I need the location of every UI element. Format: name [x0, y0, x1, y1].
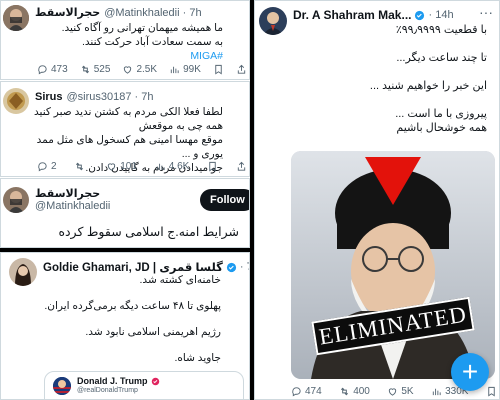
more-icon[interactable]: ···	[479, 4, 493, 20]
retweet-button[interactable]: 525	[80, 64, 111, 75]
like-icon	[389, 388, 397, 396]
tweet-text-line: موقع مهسا امینی هم کسخول های مثل ممد یور…	[36, 134, 223, 160]
tweet-card-shahram[interactable]: Dr. A Shahram Mak... · 14h ··· با قطعیت …	[254, 0, 500, 400]
tweet-text-line: لطفا فعلا الکی مردم به کشتن ندید صبر کنی…	[34, 106, 223, 118]
tweet-text-line: همه چی به موقعش	[138, 120, 223, 132]
like-button[interactable]: 5K	[387, 386, 414, 397]
compose-fab-button[interactable]: +	[451, 353, 489, 391]
tweet-text-line: پهلوی تا ۴۸ ساعت دیگه برمی‌گرده ایران.	[44, 300, 221, 312]
like-button[interactable]: 101	[106, 161, 137, 172]
bookmark-icon	[488, 386, 495, 397]
tweet-card-matinkhaledii[interactable]: حجرالاسقط @Matinkhaledii · 7h ما همیشه م…	[0, 0, 250, 80]
collage-divider-vertical	[250, 0, 254, 400]
bookmark-icon	[215, 64, 222, 75]
retweet-icon	[76, 162, 84, 171]
tweet-timestamp[interactable]: · 14h	[428, 9, 453, 21]
tweet-text-line: این خبر را خواهیم شنید ...	[369, 80, 487, 92]
reply-count: 474	[305, 386, 322, 397]
share-button[interactable]	[236, 161, 247, 172]
avatar	[53, 377, 71, 395]
tweet-text-line: به سمت سعادت آباد حرکت کنند.	[81, 36, 223, 48]
like-icon	[124, 66, 132, 74]
reply-icon	[38, 162, 47, 172]
retweet-button[interactable]	[74, 161, 88, 172]
retweet-count: 525	[93, 64, 111, 75]
follow-button[interactable]: Follow	[200, 189, 249, 211]
reply-icon	[292, 387, 301, 397]
plus-icon: +	[461, 356, 479, 387]
retweet-button[interactable]: 400	[339, 386, 370, 397]
tweet-author-handle[interactable]: @Matinkhaledii	[35, 200, 110, 212]
like-count: 5K	[401, 386, 414, 397]
tweet-author-name[interactable]: Sirus	[35, 91, 63, 103]
quoted-author-name: Donald J. Trump	[77, 376, 148, 386]
avatar[interactable]	[259, 7, 287, 35]
tweet-text-line: همه خوشحال باشیم	[396, 122, 487, 134]
tweet-text-line: تا چند ساعت دیگر...	[396, 52, 487, 64]
views-icon	[170, 66, 179, 74]
reply-button[interactable]: 473	[37, 64, 68, 75]
verified-icon	[415, 10, 425, 20]
bookmark-button[interactable]	[486, 386, 497, 397]
bookmark-icon	[209, 161, 216, 172]
tweet-media-image[interactable]: ELIMINATED	[291, 151, 495, 379]
avatar[interactable]	[3, 187, 29, 213]
views-icon	[432, 388, 441, 396]
views-button[interactable]: 99K	[169, 64, 201, 75]
reply-button[interactable]: 474	[291, 386, 322, 397]
share-icon	[237, 161, 246, 171]
tweet-text-line: با قطعیت ۹۹٫۹۹۹۹٪	[395, 24, 487, 36]
verified-icon	[151, 377, 159, 385]
tweet-text-line: ما همیشه میهمان تهرانی رو آگاه کنید.	[61, 22, 223, 34]
like-count: 2.5K	[136, 64, 158, 75]
share-icon	[237, 64, 246, 74]
tweet-text-line: رژیم اهریمنی اسلامی نابود شد.	[85, 326, 221, 338]
views-button[interactable]: 4.6K	[155, 161, 190, 172]
reply-icon	[38, 65, 47, 75]
bookmark-button[interactable]	[207, 161, 218, 172]
retweet-icon	[341, 387, 349, 396]
tweet-card-matinkhaledii-follow[interactable]: حجرالاسقط @Matinkhaledii Follow شرایط ام…	[0, 178, 250, 248]
tweet-author-name[interactable]: حجرالاسقط	[35, 6, 100, 19]
tweet-text: شرایط امنه.ج اسلامی سقوط کرده	[58, 225, 239, 239]
views-count: 99K	[183, 64, 201, 75]
retweet-icon	[81, 65, 89, 74]
share-button[interactable]	[236, 64, 247, 75]
bookmark-button[interactable]	[213, 64, 224, 75]
like-count: 101	[120, 161, 137, 172]
reply-count: 2	[51, 161, 57, 172]
views-icon	[156, 163, 165, 171]
tweet-author-name[interactable]: Goldie Ghamari, JD | گلسا قمری	[43, 260, 223, 274]
collage-divider-horizontal	[0, 248, 250, 252]
tweet-text-line: جاوید شاه.	[174, 352, 221, 364]
reply-count: 473	[51, 64, 68, 75]
quoted-tweet[interactable]: Donald J. Trump @realDonaldTrump	[44, 371, 244, 399]
quoted-author-handle: @realDonaldTrump	[77, 387, 138, 394]
hashtag-link[interactable]: #MIGA	[23, 49, 223, 63]
like-button[interactable]: 2.5K	[122, 64, 157, 75]
retweet-count: 400	[353, 386, 370, 397]
tweet-text-line: خامنه‌ای کشته شد.	[139, 274, 221, 286]
tweet-author-handle[interactable]: @sirus30187 · 7h	[67, 91, 154, 103]
red-triangle-marker	[365, 157, 421, 205]
tweet-author-name[interactable]: Dr. A Shahram Mak...	[293, 8, 411, 22]
tweet-author-name[interactable]: حجرالاسقط	[35, 187, 110, 200]
tweet-card-sirus[interactable]: Sirus @sirus30187 · 7h لطفا فعلا الکی مر…	[0, 81, 250, 177]
verified-icon	[226, 262, 236, 272]
views-count: 4.6K	[168, 161, 190, 172]
tweet-text-line: پیروزی با ما است ...	[395, 108, 487, 120]
reply-button[interactable]: 2	[37, 161, 57, 172]
like-icon	[108, 163, 116, 171]
tweet-author-handle[interactable]: @Matinkhaledii · 7h	[104, 7, 201, 19]
tweet-timestamp[interactable]: · 7 u	[240, 261, 249, 273]
tweet-card-goldie-ghamari[interactable]: Goldie Ghamari, JD | گلسا قمری · 7 u خام…	[0, 252, 250, 400]
